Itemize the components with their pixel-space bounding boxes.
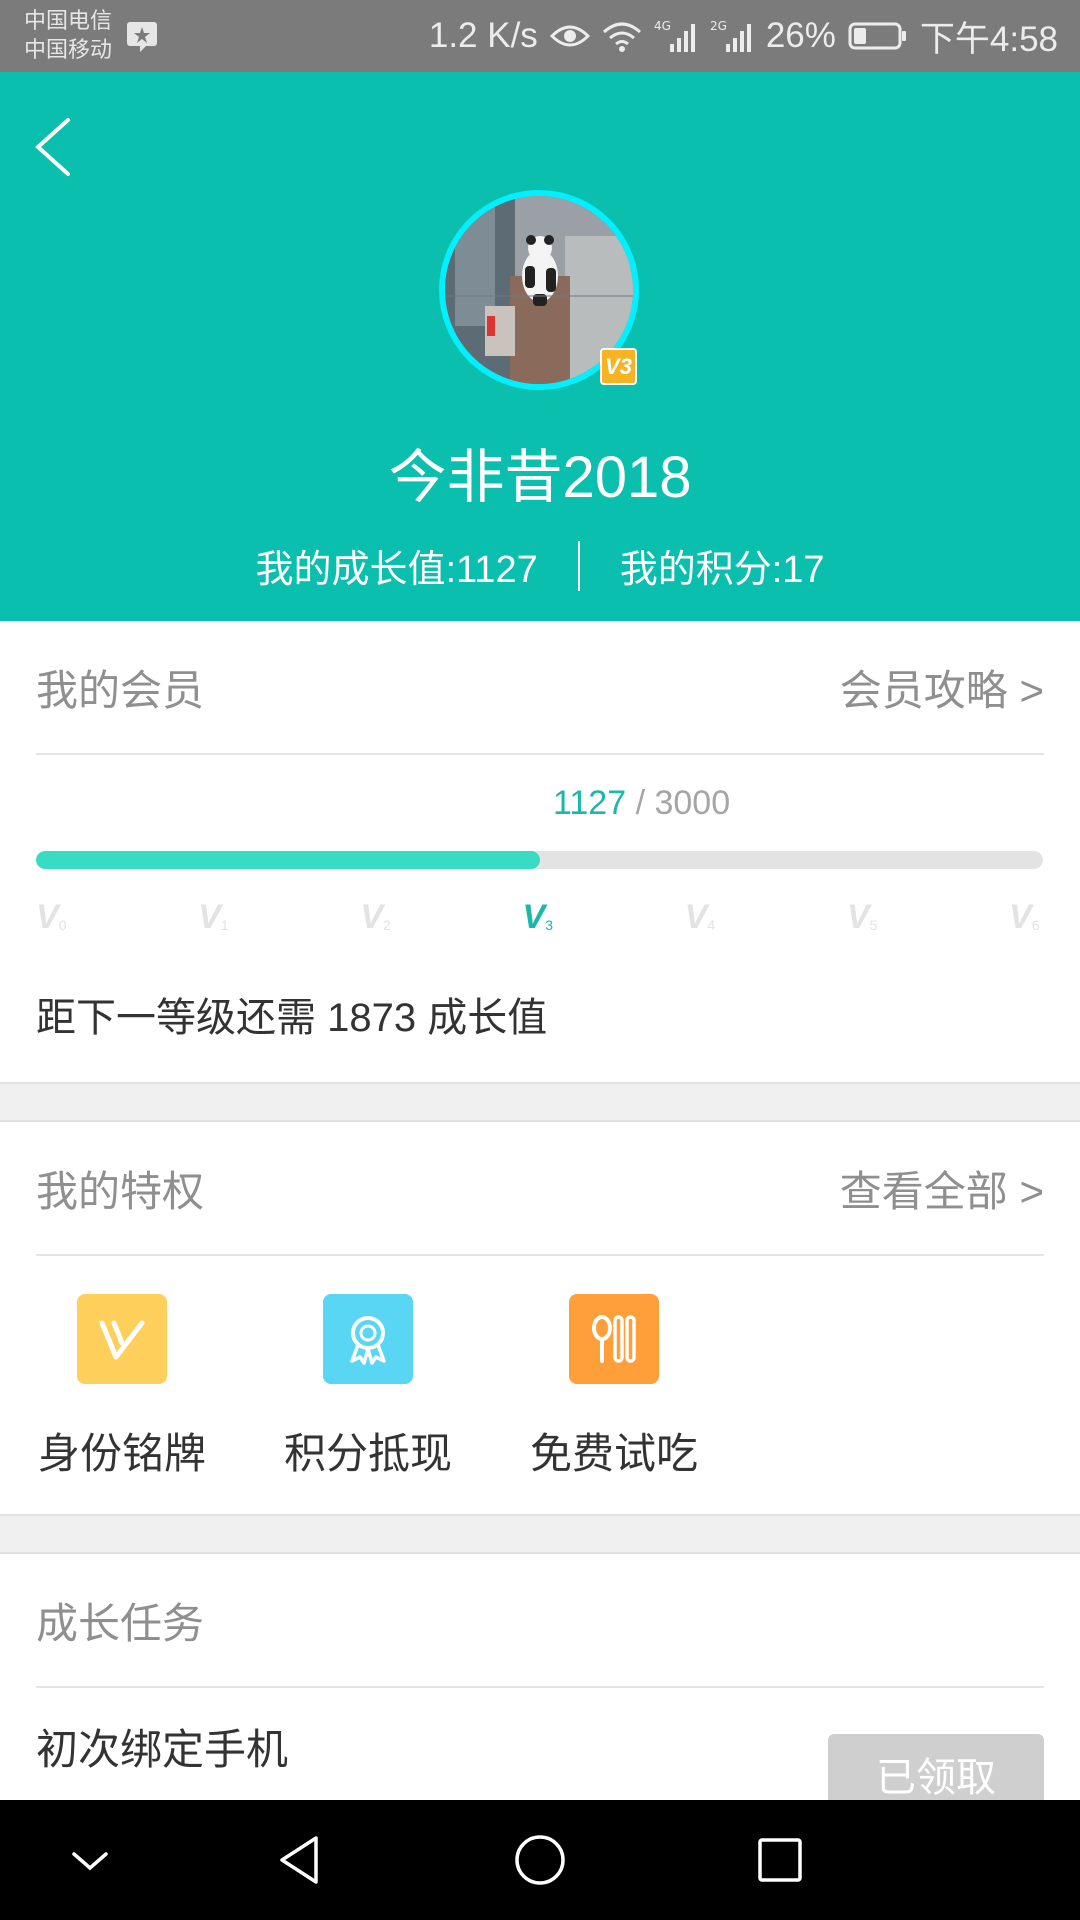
- section-divider: [0, 1082, 1080, 1122]
- level-mark-letter: V: [198, 898, 221, 936]
- nickname: 今非昔2018: [388, 445, 692, 510]
- privilege-label: 免费试吃: [529, 1430, 698, 1477]
- privilege-label: 积分抵现: [283, 1430, 452, 1477]
- eye-icon: [549, 25, 590, 47]
- progress-label: 1127 / 3000: [553, 784, 730, 823]
- level-mark-2: V2: [360, 898, 390, 937]
- level-mark-1: V1: [198, 898, 228, 937]
- status-bar: 中国电信 中国移动 1.2 K/s 4G 2G 26% 下午4:58: [0, 0, 1080, 72]
- level-mark-5: V5: [847, 898, 877, 937]
- level-mark-letter: V: [846, 898, 870, 936]
- membership-title: 我的会员: [36, 666, 205, 714]
- privilege-item-tasting[interactable]: 免费试吃: [514, 1292, 714, 1481]
- carrier-names: 中国电信 中国移动: [24, 6, 112, 64]
- level-mark-4: V4: [685, 898, 715, 937]
- next-level-text: 距下一等级还需 1873 成长值: [36, 996, 548, 1040]
- section-divider: [0, 1514, 1080, 1554]
- home-circle-icon[interactable]: [510, 1830, 570, 1890]
- level-mark-letter: V: [1009, 898, 1032, 936]
- level-mark-0: V0: [36, 898, 66, 937]
- avatar-wrapper[interactable]: V3: [439, 190, 639, 390]
- network-speed: 1.2 K/s: [428, 16, 538, 55]
- growth-progress-bar: [36, 851, 1043, 869]
- tasks-title: 成长任务: [36, 1599, 205, 1647]
- battery-icon: [848, 22, 906, 50]
- growth-progress-fill: [36, 851, 540, 869]
- level-mark-number: 3: [545, 917, 553, 933]
- wifi-icon: [602, 22, 641, 52]
- level-mark-letter: V: [684, 898, 708, 936]
- profile-header: V3 今非昔2018 我的成长值:1127 我的积分:17: [0, 72, 1080, 621]
- level-mark-letter: V: [36, 898, 59, 936]
- progress-target: / 3000: [635, 784, 731, 822]
- level-mark-6: V6: [1009, 898, 1039, 937]
- privileges-list: 身份铭牌 积分抵现 免费试吃: [0, 1292, 1080, 1492]
- points-value[interactable]: 我的积分:17: [620, 538, 825, 593]
- net-2-label: 2G: [710, 19, 727, 33]
- privilege-label: 身份铭牌: [37, 1430, 206, 1477]
- level-mark-number: 0: [58, 917, 67, 933]
- level-mark-letter: V: [522, 898, 546, 936]
- level-mark-number: 5: [869, 917, 878, 933]
- system-nav-bar: [0, 1800, 1080, 1920]
- notification-icon: [127, 22, 157, 52]
- v-badge-icon: [77, 1294, 167, 1384]
- level-mark-3: V3: [523, 898, 553, 937]
- level-mark-number: 2: [383, 917, 391, 933]
- signal-4g-icon: 4G: [654, 19, 695, 52]
- tasks-header: 成长任务: [36, 1554, 1044, 1688]
- net-1-label: 4G: [654, 19, 671, 33]
- chevron-down-icon[interactable]: [60, 1830, 120, 1890]
- privileges-header: 我的特权 查看全部 >: [36, 1122, 1044, 1256]
- back-triangle-icon[interactable]: [270, 1830, 330, 1890]
- privilege-item-points[interactable]: 积分抵现: [268, 1292, 468, 1481]
- award-ribbon-icon: [323, 1294, 413, 1384]
- privileges-title: 我的特权: [36, 1167, 205, 1215]
- back-arrow-icon[interactable]: [26, 112, 82, 182]
- membership-guide-link[interactable]: 会员攻略 >: [840, 657, 1044, 718]
- privileges-view-all-link[interactable]: 查看全部 >: [840, 1158, 1044, 1219]
- privilege-item-badge[interactable]: 身份铭牌: [22, 1292, 222, 1481]
- progress-current: 1127: [553, 784, 627, 822]
- battery-percent: 26%: [765, 16, 836, 55]
- level-mark-number: 4: [707, 917, 716, 933]
- level-mark-number: 6: [1031, 917, 1040, 933]
- clock: 下午4:58: [919, 19, 1058, 59]
- level-badge: V3: [600, 348, 637, 385]
- task-name: 初次绑定手机: [36, 1726, 289, 1773]
- spoon-fork-icon: [569, 1294, 659, 1384]
- carrier-2: 中国移动: [24, 37, 113, 62]
- growth-value[interactable]: 我的成长值:1127: [255, 538, 537, 593]
- level-mark-number: 1: [220, 917, 229, 933]
- stats-divider: [577, 540, 580, 591]
- carrier-1: 中国电信: [24, 8, 113, 33]
- level-scale: V0 V1 V2 V3 V4 V5 V6: [36, 898, 1043, 938]
- task-row: 初次绑定手机 已领取: [36, 1688, 1044, 1814]
- recents-square-icon[interactable]: [750, 1830, 810, 1890]
- stats-row: 我的成长值:1127 我的积分:17: [0, 538, 1080, 593]
- membership-header: 我的会员 会员攻略 >: [36, 621, 1044, 755]
- signal-2g-icon: 2G: [710, 19, 751, 52]
- level-mark-letter: V: [360, 898, 384, 936]
